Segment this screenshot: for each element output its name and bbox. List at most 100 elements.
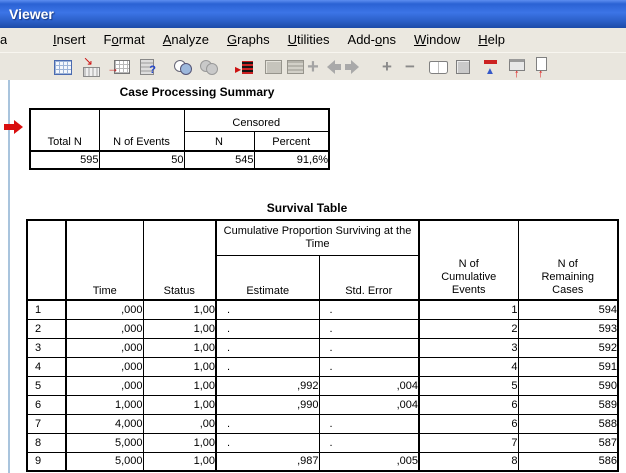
menu-help[interactable]: Help	[469, 28, 514, 52]
cps-value-censored-n: 545	[184, 151, 254, 169]
case-processing-table[interactable]: Total N N of Events Censored N Percent 5…	[29, 108, 330, 170]
survival-cell-std_error: .	[319, 300, 419, 319]
title-bar[interactable]: Viewer	[0, 0, 626, 28]
expand-icon[interactable]: +	[376, 56, 398, 78]
sv-header-rownum	[27, 220, 66, 300]
survival-cell-remaining: 590	[518, 376, 618, 395]
survival-row: 1,0001,00..1594	[27, 300, 618, 319]
goto-data-icon[interactable]: →	[108, 56, 130, 78]
survival-cell-cum_events: 7	[419, 433, 518, 452]
menu-items: InsertFormatAnalyzeGraphsUtilitiesAdd-on…	[44, 28, 514, 52]
select-cases-icon[interactable]	[172, 56, 194, 78]
cps-header-total-n: Total N	[30, 109, 99, 151]
promote-icon[interactable]	[320, 56, 342, 78]
survival-cell-n: 1	[27, 300, 66, 319]
survival-table-title: Survival Table	[267, 201, 347, 215]
survival-cell-estimate: ,992	[216, 376, 319, 395]
selection-arrow-icon	[4, 120, 23, 134]
menu-insert[interactable]: Insert	[44, 28, 95, 52]
survival-cell-n: 7	[27, 414, 66, 433]
survival-cell-estimate: .	[216, 357, 319, 376]
survival-cell-cum_events: 1	[419, 300, 518, 319]
survival-cell-n: 3	[27, 338, 66, 357]
survival-cell-time: ,000	[66, 338, 143, 357]
sv-header-time: Time	[66, 220, 143, 300]
survival-cell-cum_events: 5	[419, 376, 518, 395]
survival-cell-status: 1,00	[143, 452, 216, 471]
survival-row: 74,000,00..6588	[27, 414, 618, 433]
show-output-icon[interactable]	[427, 56, 449, 78]
survival-cell-status: ,00	[143, 414, 216, 433]
survival-cell-remaining: 594	[518, 300, 618, 319]
survival-cell-time: 1,000	[66, 395, 143, 414]
survival-cell-estimate: .	[216, 300, 319, 319]
output-pane: Case Processing Summary Total N N of Eve…	[0, 80, 626, 473]
sv-header-n-cumulative-events: N of Cumulative Events	[419, 220, 518, 300]
cps-value-censored-percent: 91,6%	[254, 151, 329, 169]
survival-cell-remaining: 591	[518, 357, 618, 376]
insert-heading-icon[interactable]	[262, 56, 284, 78]
survival-cell-status: 1,00	[143, 338, 216, 357]
window-title: Viewer	[9, 0, 54, 28]
survival-row: 61,0001,00,990,0046589	[27, 395, 618, 414]
hide-output-icon[interactable]	[452, 56, 474, 78]
survival-cell-estimate: .	[216, 338, 319, 357]
menu-format[interactable]: Format	[95, 28, 154, 52]
demote-icon[interactable]	[344, 56, 366, 78]
page-break-window-icon[interactable]: ↑	[506, 56, 528, 78]
toolbar: ↘→?▶++−▲↑↑	[0, 52, 626, 82]
survival-cell-status: 1,00	[143, 433, 216, 452]
move-to-top-icon[interactable]: ▲	[480, 56, 502, 78]
survival-cell-estimate: .	[216, 433, 319, 452]
survival-cell-status: 1,00	[143, 319, 216, 338]
survival-cell-std_error: .	[319, 338, 419, 357]
survival-cell-remaining: 588	[518, 414, 618, 433]
survival-cell-n: 4	[27, 357, 66, 376]
survival-cell-n: 2	[27, 319, 66, 338]
survival-cell-cum_events: 6	[419, 414, 518, 433]
collapse-icon[interactable]: −	[399, 56, 421, 78]
dialog-recall-icon[interactable]: ↘	[80, 56, 102, 78]
survival-cell-remaining: 586	[518, 452, 618, 471]
cps-header-n-of-events: N of Events	[99, 109, 184, 151]
survival-cell-estimate: .	[216, 319, 319, 338]
survival-cell-cum_events: 4	[419, 357, 518, 376]
outline-pane-splitter[interactable]	[8, 80, 10, 473]
menu-utilities[interactable]: Utilities	[279, 28, 339, 52]
survival-cell-estimate: ,987	[216, 452, 319, 471]
survival-table[interactable]: Time Status Cumulative Proportion Surviv…	[26, 219, 619, 472]
survival-cell-std_error: .	[319, 433, 419, 452]
survival-cell-remaining: 593	[518, 319, 618, 338]
survival-cell-time: ,000	[66, 357, 143, 376]
menu-add-ons[interactable]: Add-ons	[339, 28, 405, 52]
survival-cell-cum_events: 3	[419, 338, 518, 357]
value-labels-icon[interactable]: ▶	[234, 56, 256, 78]
menu-bar: a InsertFormatAnalyzeGraphsUtilitiesAdd-…	[0, 28, 626, 53]
sv-header-status: Status	[143, 220, 216, 300]
cps-data-row: 595 50 545 91,6%	[30, 151, 329, 169]
survival-cell-cum_events: 8	[419, 452, 518, 471]
variables-icon[interactable]: ?	[136, 56, 158, 78]
sv-header-cumulative-proportion: Cumulative Proportion Surviving at the T…	[216, 220, 419, 255]
cps-header-percent: Percent	[254, 131, 329, 151]
menu-analyze[interactable]: Analyze	[154, 28, 218, 52]
survival-cell-estimate: ,990	[216, 395, 319, 414]
survival-cell-remaining: 589	[518, 395, 618, 414]
survival-cell-std_error: ,004	[319, 395, 419, 414]
sv-header-n-remaining-cases: N of Remaining Cases	[518, 220, 618, 300]
survival-cell-cum_events: 2	[419, 319, 518, 338]
table-grid-icon[interactable]	[52, 56, 74, 78]
sv-header-std-error: Std. Error	[319, 255, 419, 300]
menu-graphs[interactable]: Graphs	[218, 28, 279, 52]
sv-header-estimate: Estimate	[216, 255, 319, 300]
survival-cell-status: 1,00	[143, 357, 216, 376]
page-break-page-icon[interactable]: ↑	[530, 56, 552, 78]
menu-window[interactable]: Window	[405, 28, 469, 52]
use-sets-icon[interactable]	[198, 56, 220, 78]
survival-row: 85,0001,00..7587	[27, 433, 618, 452]
survival-cell-remaining: 587	[518, 433, 618, 452]
survival-cell-cum_events: 6	[419, 395, 518, 414]
cps-value-total-n: 595	[30, 151, 99, 169]
survival-cell-std_error: ,004	[319, 376, 419, 395]
survival-cell-std_error: .	[319, 357, 419, 376]
